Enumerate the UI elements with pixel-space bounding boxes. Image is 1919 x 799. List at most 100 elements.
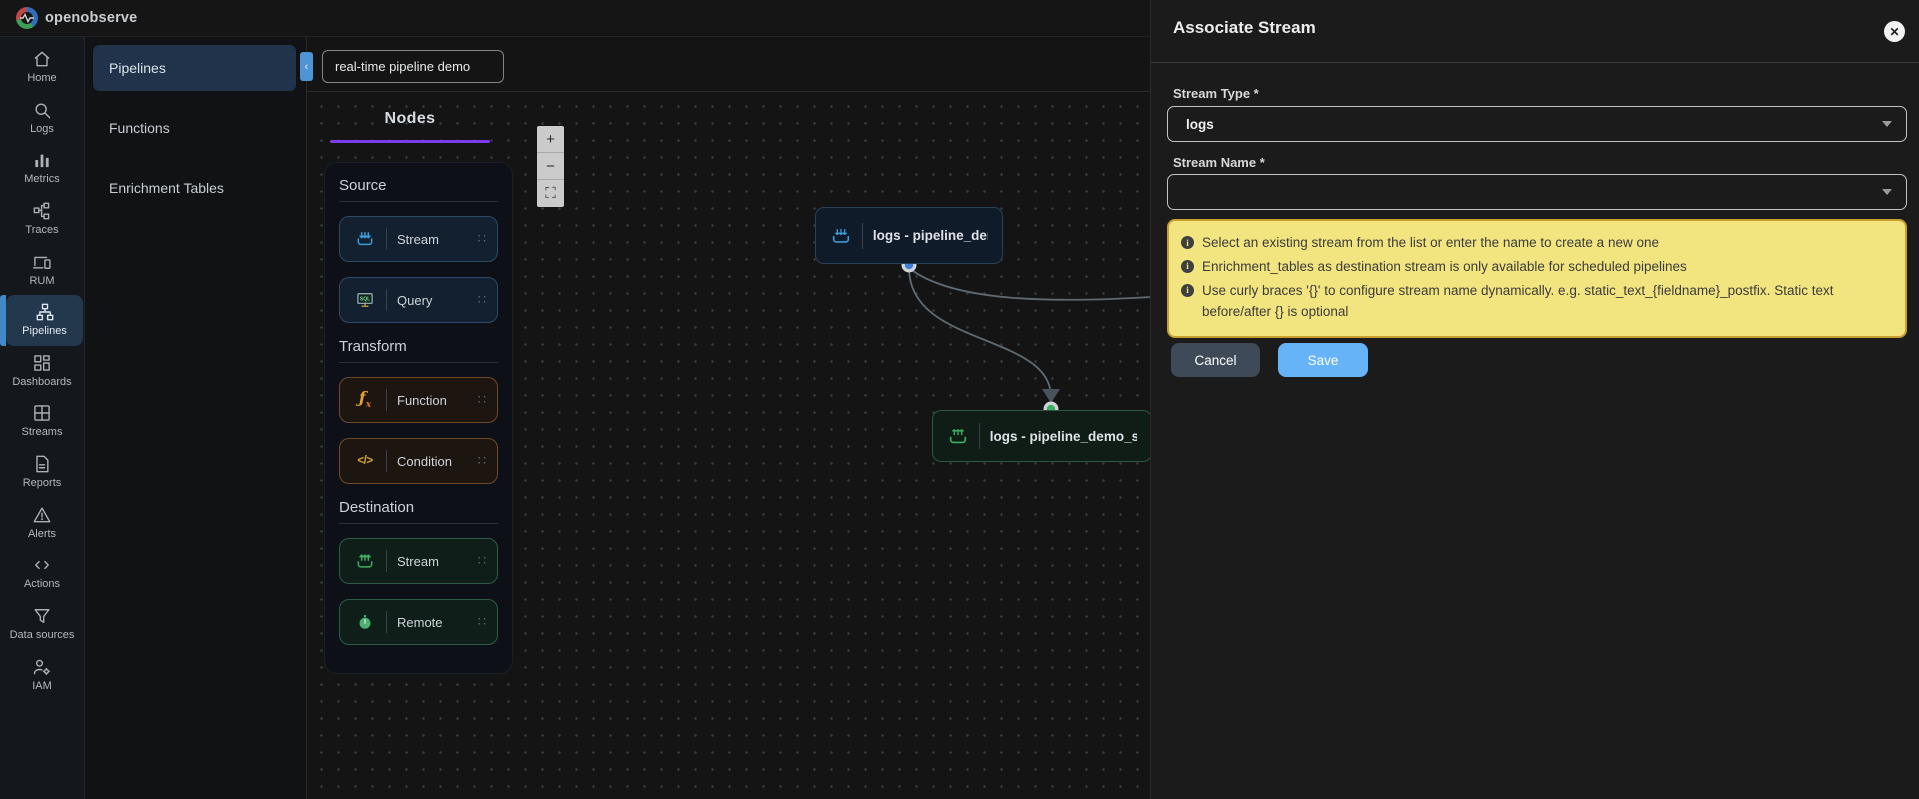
drag-handle-icon[interactable]: ∷ [478,292,487,308]
drag-handle-icon[interactable]: ∷ [478,231,487,247]
nodes-panel-title: Nodes [384,110,436,127]
node-template-source-stream[interactable]: Stream ∷ [339,216,498,262]
stream-type-value: logs [1186,116,1214,132]
sidebar-item-dashboards[interactable]: Dashboards [0,346,84,397]
sidebar-item-reports[interactable]: Reports [0,447,84,498]
node-template-transform-function[interactable]: ƒx Function ∷ [339,377,498,423]
sidebar-item-logs[interactable]: Logs [0,93,84,144]
sidebar-item-home[interactable]: Home [0,42,84,93]
search-icon [32,100,52,120]
stream-out-icon [354,551,376,571]
node-template-destination-remote[interactable]: Remote ∷ [339,599,498,645]
stream-name-select[interactable] [1167,174,1907,210]
chevron-left-icon: ‹ [304,60,309,73]
info-icon: i [1181,283,1194,297]
node-divider [862,222,863,249]
sidebar-item-label: Data sources [9,629,75,642]
node-template-label: Remote [397,614,443,630]
node-divider [386,228,387,250]
drawer-title: Associate Stream [1173,18,1316,37]
subnav-item-pipelines[interactable]: Pipelines [93,45,296,91]
close-button[interactable]: ✕ [1884,21,1905,42]
cancel-button[interactable]: Cancel [1171,343,1260,377]
funnel-icon [32,606,52,626]
alert-triangle-icon [32,505,52,525]
sidebar-item-rum[interactable]: RUM [0,245,84,296]
node-divider [979,423,980,449]
node-template-label: Stream [397,553,439,569]
home-icon [32,49,52,69]
zoom-in-icon: + [546,130,555,148]
code-brackets-icon [32,555,52,575]
associate-stream-drawer: Associate Stream ✕ Stream Type * logs St… [1150,0,1919,799]
canvas-node-destination-stream[interactable]: logs - pipeline_demo_stream [932,410,1150,462]
sidebar-item-iam[interactable]: IAM [0,650,84,701]
subnav-item-label: Pipelines [109,60,166,76]
sidebar-item-streams[interactable]: Streams [0,396,84,447]
drag-handle-icon[interactable]: ∷ [478,392,487,408]
chevron-down-icon [1882,121,1892,127]
pipelines-icon [35,302,55,322]
nodes-panel-underline [330,140,490,143]
stream-type-select[interactable]: logs [1167,106,1907,142]
app-window: openobserve Home Logs Metrics Traces RUM Pipe… [0,0,1919,799]
sidebar-item-actions[interactable]: Actions [0,548,84,599]
nodes-section-title-transform: Transform [339,338,498,363]
zoom-out-button[interactable]: − [537,153,564,180]
pipeline-name-input[interactable] [322,50,504,83]
node-template-transform-condition[interactable]: </> Condition ∷ [339,438,498,484]
openobserve-logo[interactable]: openobserve [16,7,137,29]
bar-chart-icon [32,150,52,170]
sidebar-rail: Home Logs Metrics Traces RUM Pipelines Dashboa… [0,37,85,799]
sidebar-item-metrics[interactable]: Metrics [0,143,84,194]
sidebar-item-label: Alerts [27,527,57,540]
node-template-destination-stream[interactable]: Stream ∷ [339,538,498,584]
sidebar-item-label: Pipelines [22,325,67,338]
node-label: logs - pipeline_demo [872,228,988,243]
sidebar-item-label: Streams [21,426,63,439]
hint-item: i Use curly braces '{}' to configure stre… [1181,281,1893,323]
hint-text: Use curly braces '{}' to configure strea… [1202,282,1834,319]
sidebar-item-label: Traces [25,223,59,236]
save-button[interactable]: Save [1278,343,1368,377]
node-divider [386,550,387,572]
fit-view-button[interactable]: ⛶ [537,180,564,207]
info-icon: i [1181,236,1194,249]
subnav-item-functions[interactable]: Functions [93,105,296,151]
sidebar-item-data-sources[interactable]: Data sources [0,599,84,650]
info-icon: i [1181,259,1194,273]
fit-view-icon: ⛶ [545,185,556,202]
drag-handle-icon[interactable]: ∷ [478,553,487,569]
subnav-item-enrichment-tables[interactable]: Enrichment Tables [93,165,296,211]
sidebar-item-alerts[interactable]: Alerts [0,498,84,549]
sidebar-item-traces[interactable]: Traces [0,194,84,245]
stream-name-label: Stream Name * [1173,155,1265,170]
sidebar-item-label: Actions [23,578,61,591]
collapse-panel-button[interactable]: ‹ [300,52,313,81]
drag-handle-icon[interactable]: ∷ [478,453,487,469]
node-template-label: Stream [397,231,439,247]
editor-header [307,37,1150,92]
canvas-node-source-stream[interactable]: logs - pipeline_demo [815,207,1003,264]
stream-out-icon [947,425,969,447]
node-template-source-query[interactable]: SQL Query ∷ [339,277,498,323]
node-divider [386,611,387,633]
sidebar-item-label: IAM [32,679,52,692]
devices-icon [32,252,52,272]
reports-icon [32,454,52,474]
hint-item: i Enrichment_tables as destination stream… [1181,257,1893,278]
zoom-in-button[interactable]: + [537,126,564,153]
hint-text: Enrichment_tables as destination stream … [1202,258,1687,274]
drag-handle-icon[interactable]: ∷ [478,614,487,630]
stream-in-icon [830,225,852,247]
node-divider [386,389,387,411]
node-template-label: Condition [397,453,452,469]
sidebar-item-pipelines[interactable]: Pipelines [0,295,83,346]
chevron-down-icon [1882,189,1892,195]
node-template-label: Query [397,292,433,308]
node-divider [386,450,387,472]
streams-icon [32,403,52,423]
drawer-header: Associate Stream ✕ [1151,0,1919,63]
stream-type-label: Stream Type * [1173,86,1259,101]
openobserve-logo-icon [16,7,38,29]
